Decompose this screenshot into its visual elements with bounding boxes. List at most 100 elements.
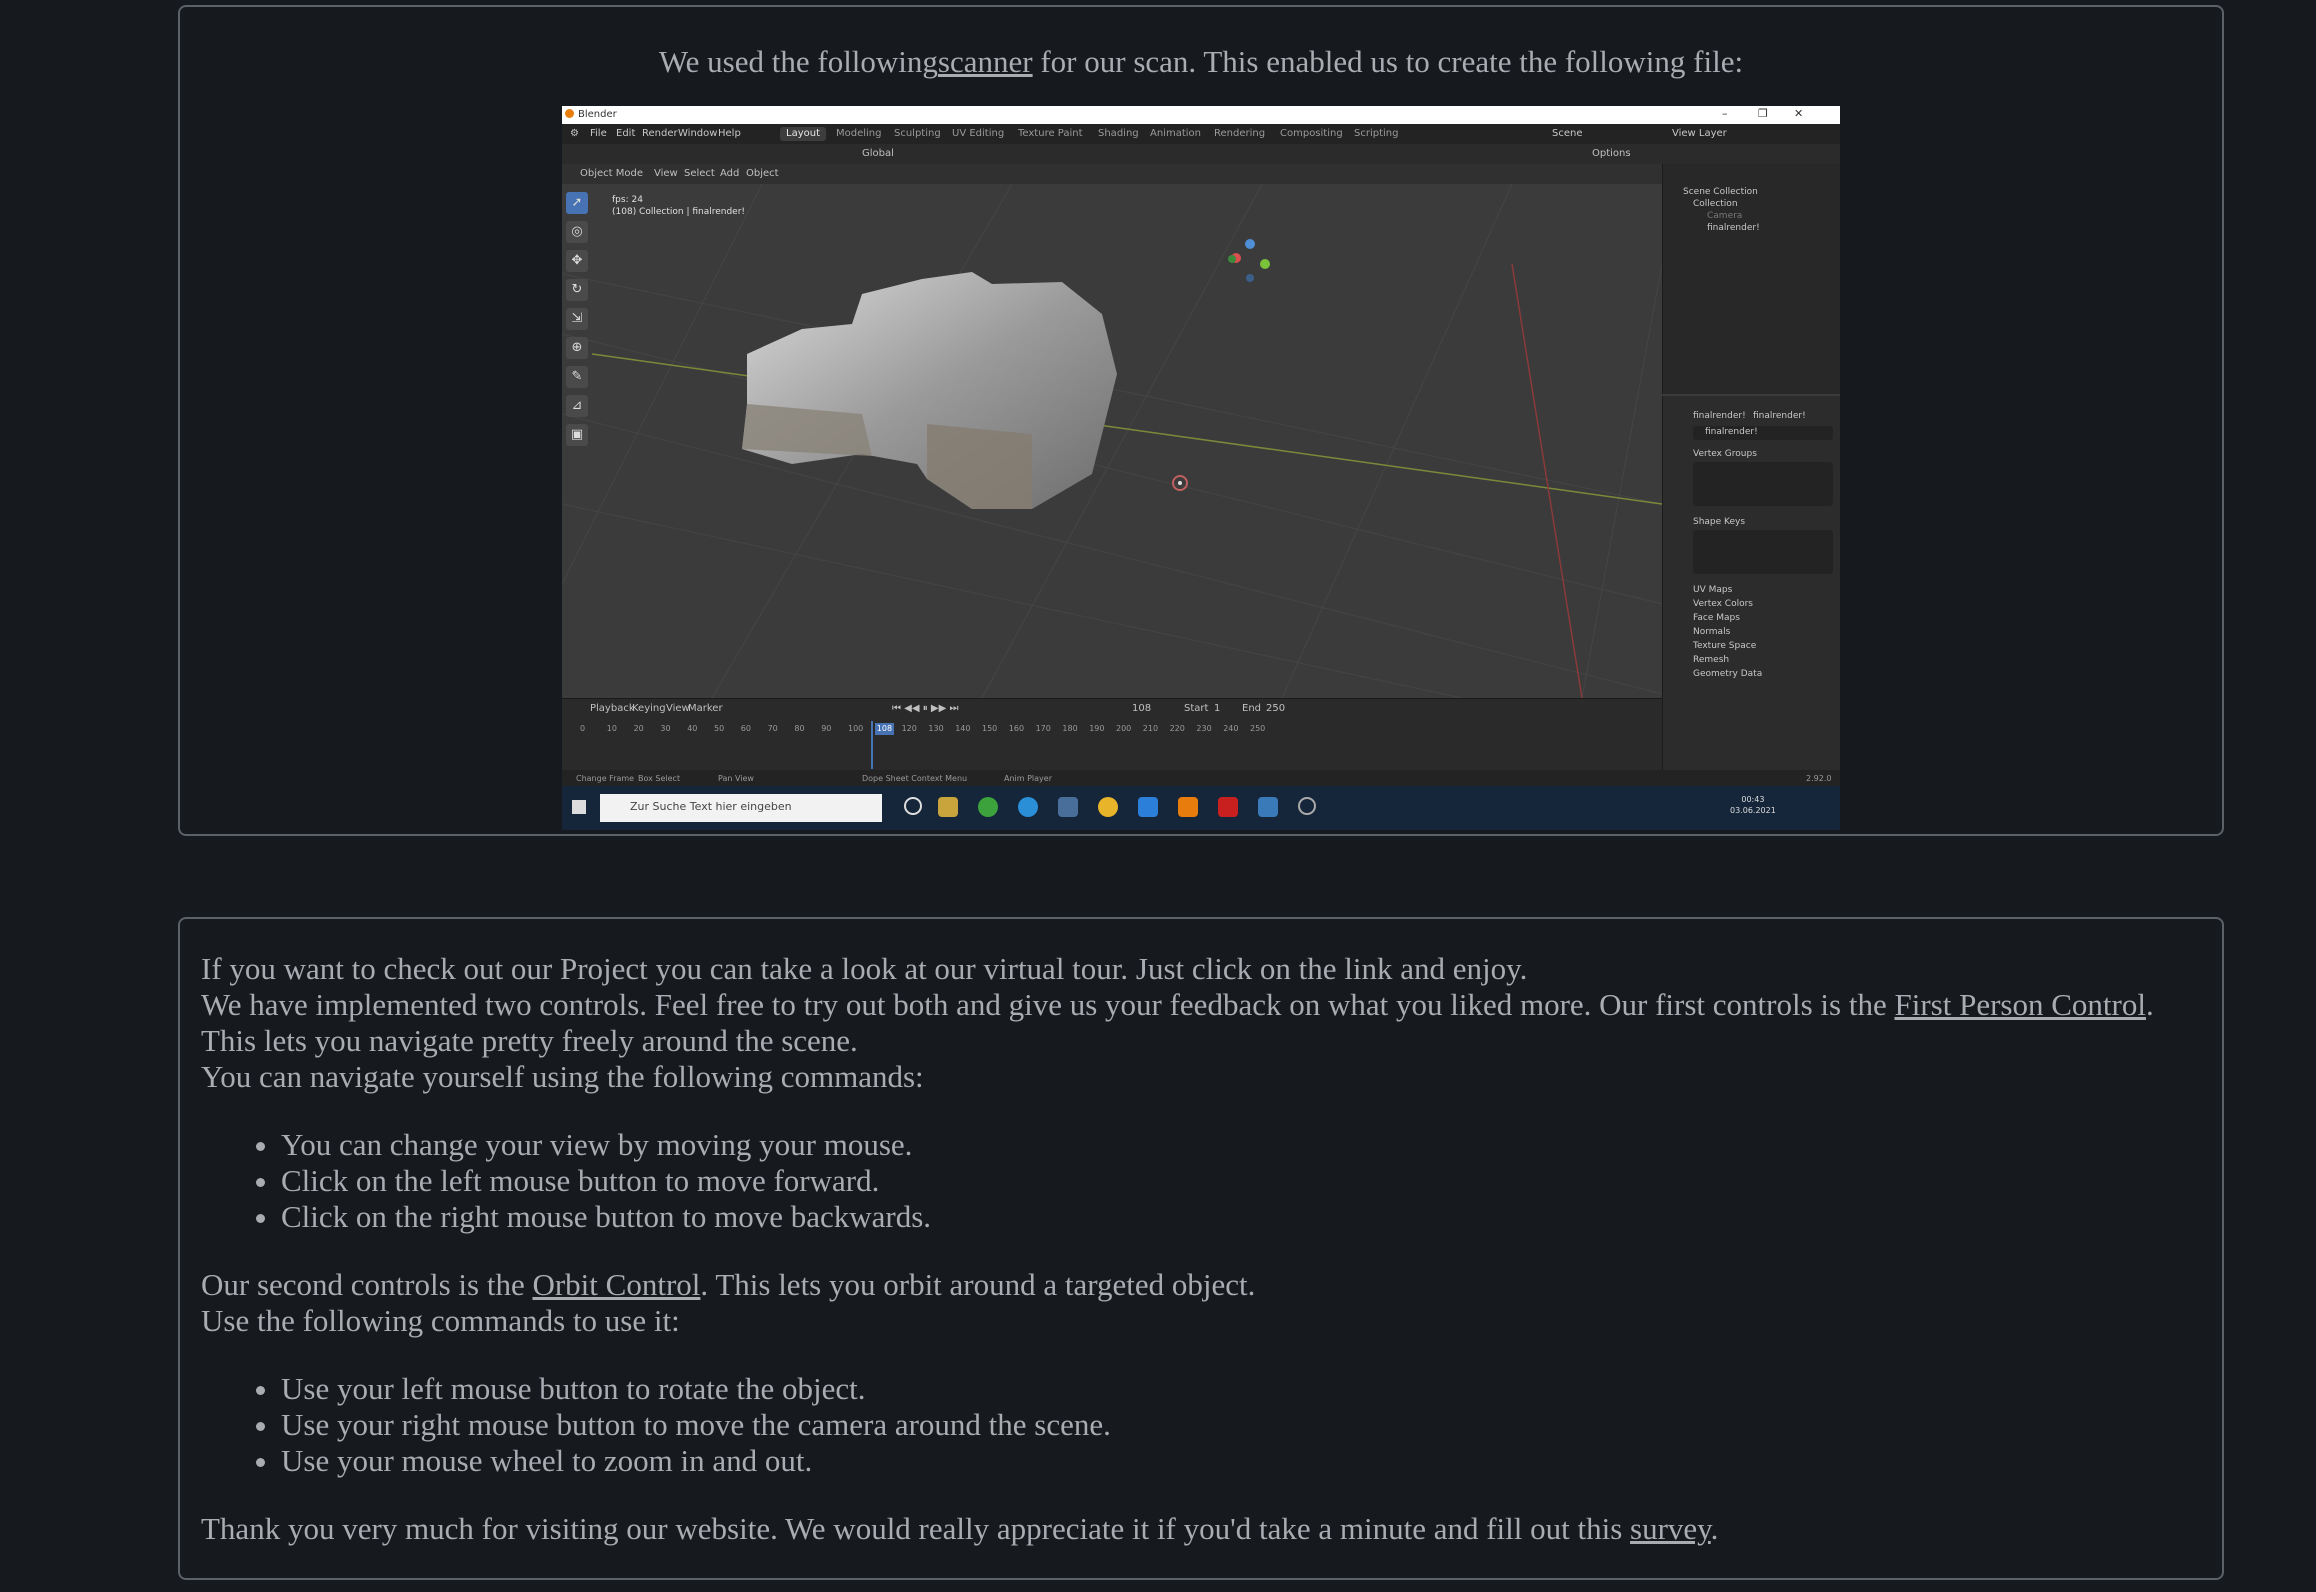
blender-task-icon <box>1178 797 1198 817</box>
timeline-tick-label: 60 <box>740 724 751 733</box>
end-label: End <box>1242 703 1262 714</box>
object-mode-label: Object Mode <box>580 168 643 179</box>
timeline-tick-label: 150 <box>982 724 998 733</box>
first-control-commands: You can change your view by moving your … <box>201 1127 2162 1235</box>
timeline-ruler: 0 10 20 30 40 50 60 70 80 90 100 108 120 130 140 150 160… <box>562 721 1662 735</box>
timeline-tick-label: 250 <box>1250 724 1266 733</box>
blender-screenshot: Blender – ❐ ✕ ⚙ File Edit Render Window … <box>562 106 1840 830</box>
maximize-icon: ❐ <box>1758 107 1768 120</box>
timeline-tick-label: 50 <box>714 724 725 733</box>
scene-label: Scene <box>1552 128 1583 139</box>
end-value: 250 <box>1266 703 1286 714</box>
options-label: Options <box>1592 148 1631 159</box>
y-axis-line <box>1511 263 1583 698</box>
first-person-control-link[interactable]: First Person Control <box>1894 987 2145 1022</box>
section-texture-space: Texture Space <box>1693 641 1757 651</box>
blender-version: 2.92.0 <box>1806 774 1832 783</box>
section-uv-maps: UV Maps <box>1693 585 1733 595</box>
orbit-control-link[interactable]: Orbit Control <box>532 1267 700 1302</box>
workspace-compositing: Compositing <box>1280 128 1343 139</box>
section-vertex-colors: Vertex Colors <box>1693 599 1753 609</box>
survey-link[interactable]: survey <box>1630 1511 1711 1546</box>
survey-suffix: . <box>1710 1511 1719 1546</box>
survey-prefix: Thank you very much for visiting our web… <box>201 1511 1631 1546</box>
start-label: Start <box>1184 703 1209 714</box>
tour-intro: If you want to check out our Project you… <box>201 951 1528 986</box>
scanner-link[interactable]: scanner <box>938 44 1033 79</box>
annotate-tool-icon: ✎ <box>566 366 588 388</box>
windows-taskbar: Zur Suche Text hier eingeben 00:43 03.06… <box>562 786 1840 830</box>
timeline-tick-label: 30 <box>660 724 671 733</box>
second-control-suffix: . This lets you orbit around a targeted … <box>700 1267 1256 1302</box>
viewport-menu-add: Add <box>720 168 740 179</box>
taskbar-clock: 00:43 03.06.2021 <box>1730 794 1776 816</box>
section-remesh: Remesh <box>1693 655 1730 665</box>
scale-tool-icon: ⇲ <box>566 308 588 330</box>
timeline-tick-label: 200 <box>1116 724 1132 733</box>
menu-help: Help <box>718 128 741 139</box>
survey-paragraph: Thank you very much for visiting our web… <box>201 1511 2162 1547</box>
outliner-finalrender: finalrender! <box>1707 223 1760 233</box>
explorer-icon <box>938 797 958 817</box>
first-control-prefix: We have implemented two controls. Feel f… <box>201 987 1895 1022</box>
close-icon: ✕ <box>1794 107 1804 120</box>
navigation-gizmo <box>1228 239 1270 282</box>
prop-object-name: finalrender! <box>1693 411 1746 421</box>
workspace-shading: Shading <box>1098 128 1139 139</box>
shape-keys-list <box>1693 530 1833 574</box>
menu-render: Render <box>642 128 678 139</box>
status-pan-view: Pan View <box>718 774 754 783</box>
window-title: Blender <box>578 109 617 120</box>
move-tool-icon: ✥ <box>566 250 588 272</box>
timeline-tick-label: 20 <box>633 724 644 733</box>
vscode-icon <box>1138 797 1158 817</box>
list-item: Use your left mouse button to rotate the… <box>281 1371 2162 1407</box>
workspace-rendering: Rendering <box>1214 128 1266 139</box>
status-dope-sheet: Dope Sheet Context Menu <box>862 774 968 783</box>
timeline-tick-label: 10 <box>606 724 617 733</box>
workspace-sculpting: Sculpting <box>894 128 941 139</box>
viewport-toolbar: ➚ ◎ ✥ ↻ ⇲ ⊕ ✎ ⊿ ▣ <box>566 192 592 453</box>
workspace-texture-paint: Texture Paint <box>1018 128 1083 139</box>
viewport-info: fps: 24 (108) Collection | finalrender! <box>612 194 745 218</box>
photos-icon <box>1258 797 1278 817</box>
workspace-modeling: Modeling <box>836 128 882 139</box>
timeline-menu-playback: Playback <box>590 703 635 714</box>
blender-titlebar: Blender – ❐ ✕ <box>562 106 1840 124</box>
orbit-control-commands: Use your left mouse button to rotate the… <box>201 1371 2162 1479</box>
list-item: You can change your view by moving your … <box>281 1127 2162 1163</box>
edge-icon <box>1018 797 1038 817</box>
timeline-tick-label: 160 <box>1008 724 1025 733</box>
prop-mesh-name: finalrender! <box>1753 411 1806 421</box>
scan-intro-prefix: We used the following <box>658 44 938 79</box>
cursor-tool-icon: ◎ <box>566 221 588 243</box>
tour-text: If you want to check out our Project you… <box>201 951 2162 1547</box>
fps-readout: fps: 24 <box>612 195 643 205</box>
taskbar-search-placeholder: Zur Suche Text hier eingeben <box>630 800 792 813</box>
orientation-label: Global <box>862 148 894 159</box>
timeline-menu-marker: Marker <box>688 703 723 714</box>
section-shape-keys: Shape Keys <box>1693 517 1746 527</box>
timeline-tick-label: 120 <box>901 724 917 733</box>
add-cube-tool-icon: ▣ <box>566 424 588 446</box>
blender-logo-icon <box>565 109 574 118</box>
3d-viewport: ➚ ◎ ✥ ↻ ⇲ ⊕ ✎ ⊿ ▣ fps: 24 (108) Collecti… <box>562 184 1840 698</box>
blender-statusbar: Change Frame Box Select Pan View Dope Sh… <box>562 770 1840 786</box>
properties-panel: finalrender! finalrender! finalrender! V… <box>1662 396 1840 830</box>
timeline-tick-label: 40 <box>687 724 698 733</box>
workspace-layout: Layout <box>780 127 826 141</box>
section-normals: Normals <box>1693 627 1731 637</box>
vertex-groups-list <box>1693 462 1833 506</box>
menu-file: File <box>590 128 607 139</box>
menu-window: Window <box>678 128 718 139</box>
section-face-maps: Face Maps <box>1693 613 1740 623</box>
current-frame: 108 <box>1132 703 1152 714</box>
outliner-panel: Scene Collection Collection Camera final… <box>1662 164 1840 394</box>
list-item: Use your mouse wheel to zoom in and out. <box>281 1443 2162 1479</box>
timeline-menu-keying: Keying <box>632 703 666 714</box>
chrome-icon <box>1098 797 1118 817</box>
viewport-header: Object Mode View Select Add Object <box>562 164 1840 184</box>
view-layer-label: View Layer <box>1672 128 1727 139</box>
timeline-tick-label: 130 <box>928 724 944 733</box>
store-icon <box>1058 797 1078 817</box>
